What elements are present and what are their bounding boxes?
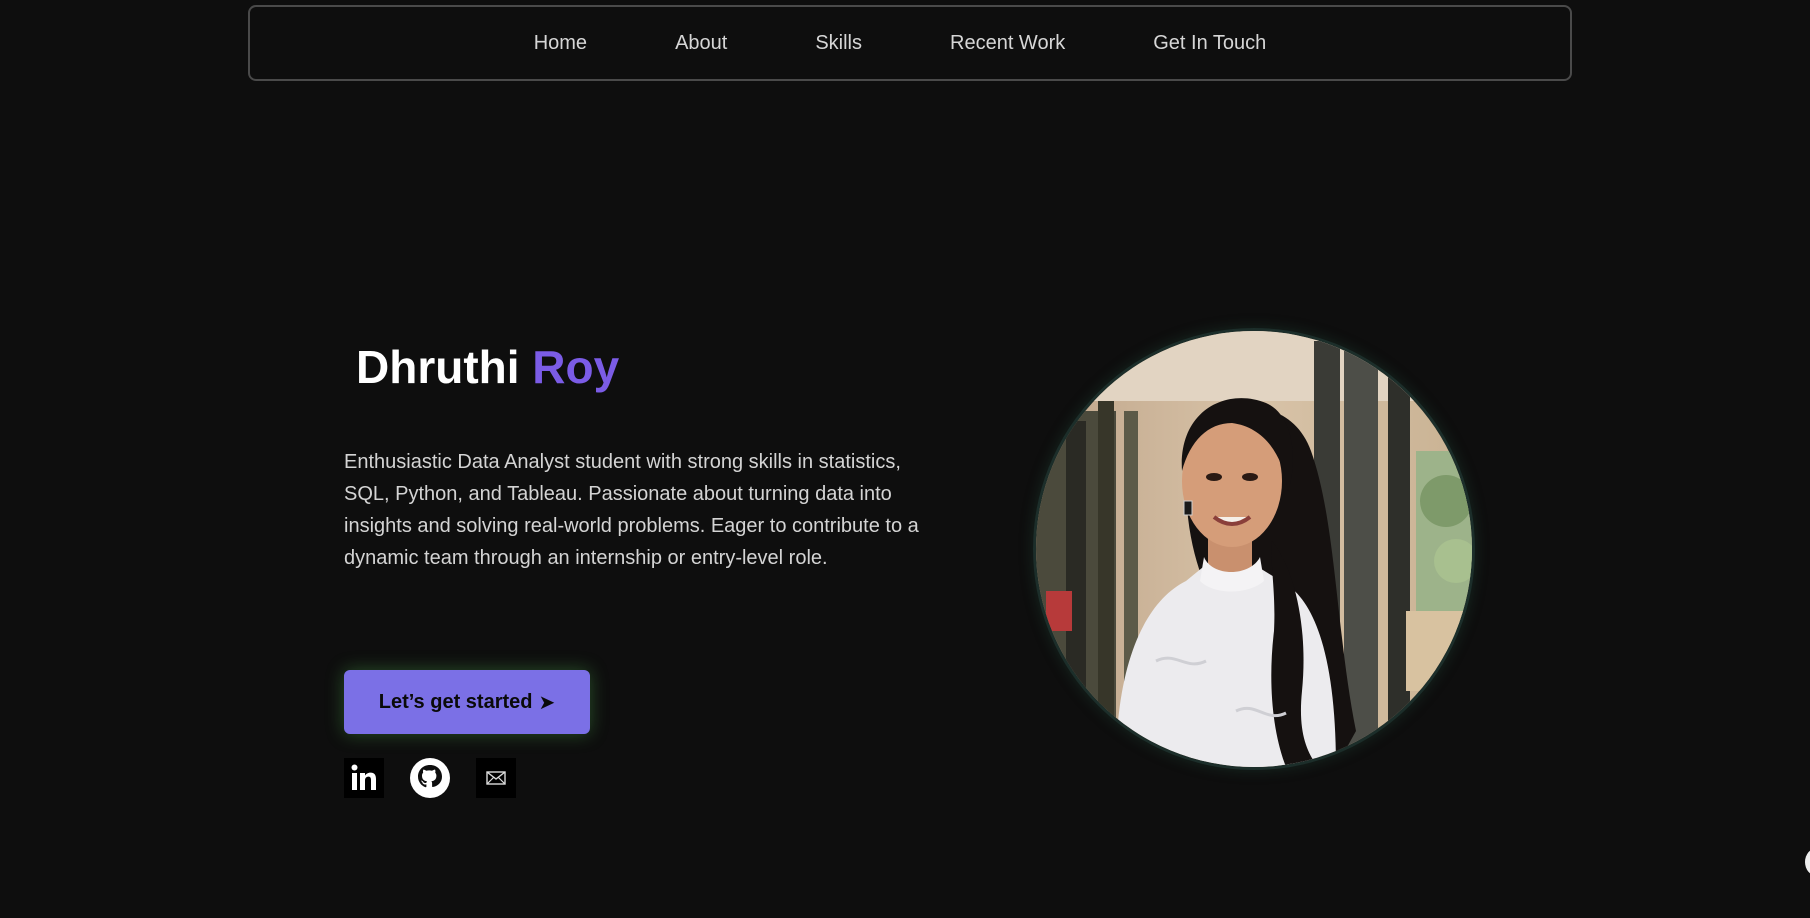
social-links (344, 758, 516, 798)
top-navbar: Home About Skills Recent Work Get In Tou… (248, 5, 1572, 81)
get-started-button[interactable]: Let’s get started ➤ (344, 670, 590, 734)
github-icon (410, 758, 450, 798)
floating-widget-edge[interactable] (1805, 848, 1810, 876)
get-started-label: Let’s get started (378, 690, 533, 713)
hero-description: Enthusiastic Data Analyst student with s… (344, 451, 919, 569)
hero-last-name: Roy (532, 341, 620, 393)
nav-home-link[interactable]: Home (534, 32, 587, 55)
nav-recent-work-link[interactable]: Recent Work (950, 32, 1065, 55)
hero-first-name: Dhruthi (356, 341, 520, 393)
nav-get-in-touch-link[interactable]: Get In Touch (1153, 32, 1266, 55)
arrow-right-icon: ➤ (538, 691, 556, 714)
email-link[interactable] (476, 758, 516, 798)
nav-links: Home About Skills Recent Work Get In Tou… (534, 32, 1267, 55)
github-link[interactable] (410, 758, 450, 798)
linkedin-link[interactable] (344, 758, 384, 798)
page: Home About Skills Recent Work Get In Tou… (0, 0, 1810, 918)
linkedin-icon (344, 758, 384, 798)
profile-photo (1033, 328, 1475, 770)
email-icon (476, 758, 516, 798)
nav-skills-link[interactable]: Skills (815, 32, 862, 55)
nav-about-link[interactable]: About (675, 32, 727, 55)
hero-name: Dhruthi Roy (356, 340, 619, 394)
profile-photo-image (1036, 331, 1472, 767)
